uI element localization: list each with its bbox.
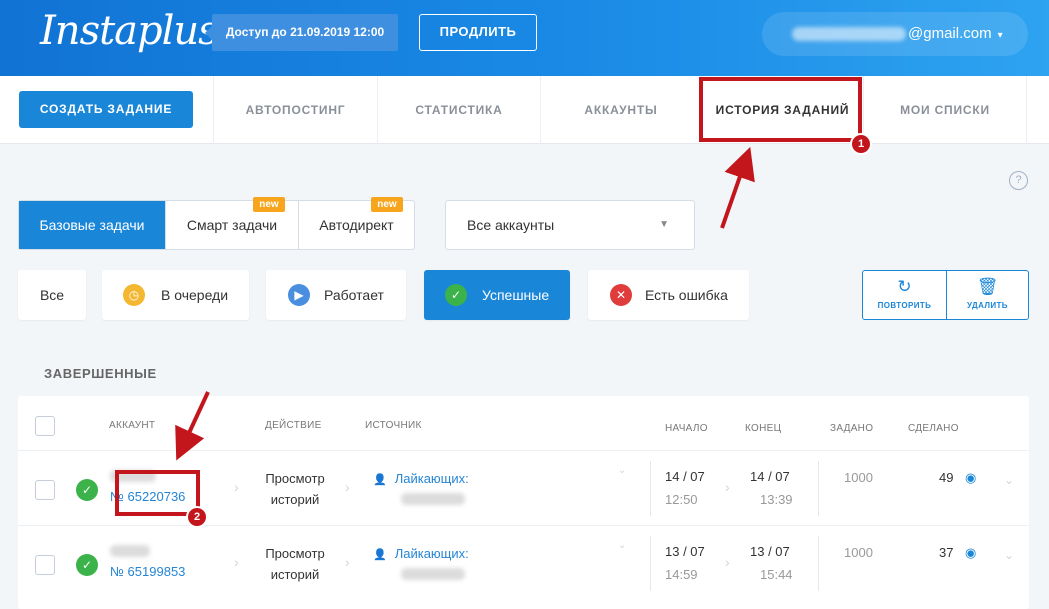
arrow-to-task-number <box>175 391 210 461</box>
arrow-to-history-tab <box>720 146 755 229</box>
annotation-arrows <box>175 146 755 461</box>
